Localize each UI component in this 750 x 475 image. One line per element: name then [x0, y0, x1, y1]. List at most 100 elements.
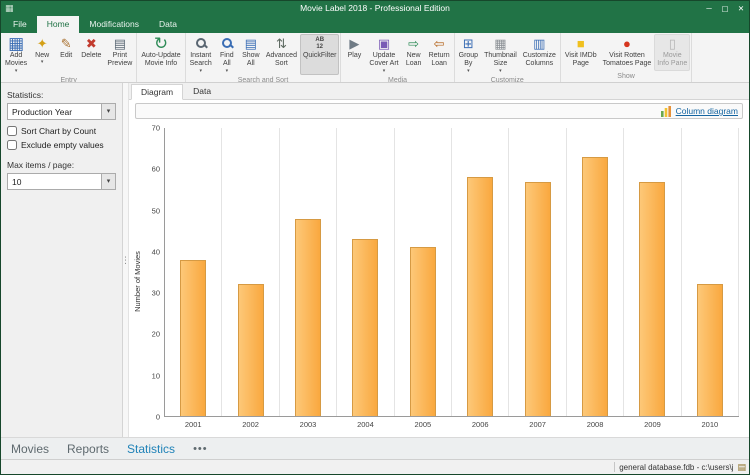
button-label: Show All	[242, 52, 260, 68]
bar-2003	[295, 218, 322, 416]
x-tick-label: 2006	[471, 420, 489, 429]
status-file-icon[interactable]: ▤	[737, 462, 746, 472]
thumbnail-size-icon: ▦	[494, 36, 507, 51]
visit-rotten-tomatoes-page-button[interactable]: ● Visit Rotten Tomatoes Page	[600, 34, 655, 71]
main-panel: Diagram Data Column diagram Number of Mo…	[129, 83, 749, 437]
advanced-sort-button[interactable]: ⇅ Advanced Sort	[263, 34, 300, 75]
window-title: Movie Label 2018 - Professional Edition	[300, 3, 450, 13]
button-label: Movie Info Pane	[657, 52, 688, 68]
x-tick-label: 2003	[299, 420, 317, 429]
tab-diagram[interactable]: Diagram	[131, 84, 184, 100]
instant-search-button[interactable]: Instant Search ▾	[187, 34, 215, 75]
edit-button[interactable]: ✎ Edit	[54, 34, 78, 75]
max-items-select-value: 10	[12, 176, 22, 187]
sort-chart-by-count-checkbox-row[interactable]: Sort Chart by Count	[7, 126, 116, 136]
button-label: Update Cover Art	[369, 52, 399, 68]
customize-columns-button[interactable]: ▥ Customize Columns	[520, 34, 559, 75]
chart-cell-2007: 2007	[509, 128, 567, 429]
auto-update-movie-info-button[interactable]: ↻ Auto-Update Movie Info	[138, 34, 183, 71]
add-movies-button[interactable]: ▦ Add Movies ▾	[2, 34, 30, 75]
bottom-nav: Movies Reports Statistics •••	[1, 437, 749, 459]
movie-info-pane-icon: ▯	[668, 36, 676, 51]
return-loan-button[interactable]: ⇦ Return Loan	[426, 34, 453, 75]
delete-button[interactable]: ✖ Delete	[78, 34, 104, 75]
bar-2002	[237, 284, 264, 416]
group-by-icon: ⊞	[462, 36, 474, 51]
window-controls: ─ ▢ ✕	[701, 1, 749, 16]
new-button[interactable]: ✦ New ▾	[30, 34, 54, 75]
nav-item-statistics[interactable]: Statistics	[127, 442, 175, 456]
chart-cell-2010: 2010	[682, 128, 740, 429]
nav-more-button[interactable]: •••	[193, 443, 208, 455]
ribbon-group: ■ Visit IMDb Page ● Visit Rotten Tomatoes P…	[561, 33, 693, 82]
x-tick-label: 2002	[242, 420, 259, 429]
button-label: Add Movies	[5, 52, 28, 68]
close-icon[interactable]: ✕	[733, 1, 749, 16]
exclude-empty-values-checkbox[interactable]	[7, 140, 17, 150]
minimize-icon[interactable]: ─	[701, 1, 717, 16]
checkbox-label: Exclude empty values	[21, 140, 104, 150]
ribbon-tab-file[interactable]: File	[3, 16, 37, 33]
ribbon-group-label: Search and Sort	[237, 76, 289, 83]
show-all-button[interactable]: ▤ Show All	[239, 34, 263, 75]
max-items-select[interactable]: 10 ▾	[7, 173, 116, 190]
y-tick-label: 60	[151, 164, 160, 174]
exclude-empty-values-checkbox-row[interactable]: Exclude empty values	[7, 140, 116, 150]
y-tick-label: 20	[151, 329, 160, 339]
play-button[interactable]: ▶ Play	[342, 34, 366, 75]
ribbon-group-label: Show	[617, 73, 635, 80]
quickfilter-icon: AB 12	[315, 36, 325, 50]
button-label: New Loan	[405, 52, 422, 68]
update-cover-art-icon: ▣	[377, 36, 391, 51]
print-preview-button[interactable]: ▤ Print Preview	[104, 34, 135, 75]
button-label: Visit Rotten Tomatoes Page	[602, 52, 652, 68]
dropdown-arrow-icon: ▾	[499, 67, 502, 74]
plot-area: 2001 2002 2003 2004 2005 2006 2007 2008 2009 2010	[164, 128, 740, 429]
chart-cell-2005: 2005	[395, 128, 453, 429]
dropdown-arrow-icon: ▾	[225, 67, 229, 74]
nav-item-movies[interactable]: Movies	[11, 442, 49, 456]
x-tick-label: 2010	[701, 420, 719, 429]
button-label: Instant Search	[189, 52, 212, 68]
ribbon-group: ▦ Add Movies ▾ ✦ New ▾ ✎ Edit ✖ Delete ▤ Print Prev…	[1, 33, 138, 82]
ribbon-tab-modifications[interactable]: Modifications	[79, 16, 149, 33]
ribbon-tab-home[interactable]: Home	[36, 16, 80, 33]
chart-cell-2002: 2002	[222, 128, 280, 429]
group-by-button[interactable]: ⊞ Group By ▾	[456, 34, 481, 75]
quickfilter-button[interactable]: AB 12 QuickFilter	[299, 34, 340, 75]
statistic-select[interactable]: Production Year ▾	[7, 103, 116, 120]
new-loan-button[interactable]: ⇨ New Loan	[402, 34, 426, 75]
title-bar: ▦ Movie Label 2018 - Professional Editio…	[1, 1, 749, 16]
column-diagram-icon	[660, 106, 671, 117]
button-label: QuickFilter	[302, 52, 337, 59]
find-all-button[interactable]: Find All ▾	[215, 34, 239, 75]
maximize-icon[interactable]: ▢	[717, 1, 733, 16]
x-tick-label: 2008	[586, 420, 604, 429]
bar-2005	[409, 247, 436, 416]
update-cover-art-button[interactable]: ▣ Update Cover Art ▾	[366, 34, 401, 75]
x-tick-label: 2005	[414, 420, 432, 429]
tab-data[interactable]: Data	[183, 83, 221, 99]
thumbnail-size-button[interactable]: ▦ Thumbnail Size ▾	[481, 34, 520, 75]
nav-item-reports[interactable]: Reports	[67, 442, 109, 456]
chart-cell-2003: 2003	[280, 128, 338, 429]
status-database-path: general database.fdb - c:\users\j	[619, 462, 734, 472]
column-diagram-link[interactable]: Column diagram	[676, 106, 738, 116]
bar-2006	[467, 177, 494, 416]
bar-2001	[180, 259, 207, 416]
checkbox-label: Sort Chart by Count	[21, 126, 97, 136]
y-tick-label: 50	[151, 206, 160, 216]
y-tick-label: 10	[151, 371, 160, 381]
button-label: Auto-Update Movie Info	[141, 52, 181, 68]
ribbon-group: ▶ Play ▣ Update Cover Art ▾ ⇨ New Loan ⇦ Return …	[341, 33, 455, 82]
chevron-down-icon: ▾	[101, 174, 115, 189]
button-label: Group By	[458, 52, 479, 68]
edit-icon: ✎	[60, 36, 72, 51]
sort-chart-by-count-checkbox[interactable]	[7, 126, 17, 136]
content-area: Statistics: Production Year ▾ Sort Chart…	[1, 83, 749, 437]
visit-imdb-page-button[interactable]: ■ Visit IMDb Page	[562, 34, 600, 71]
ribbon-group: ↻ Auto-Update Movie Info	[137, 33, 186, 82]
ribbon-tab-data[interactable]: Data	[149, 16, 187, 33]
button-label: Visit IMDb Page	[564, 52, 597, 68]
ribbon-group-label: Customize	[490, 76, 524, 83]
